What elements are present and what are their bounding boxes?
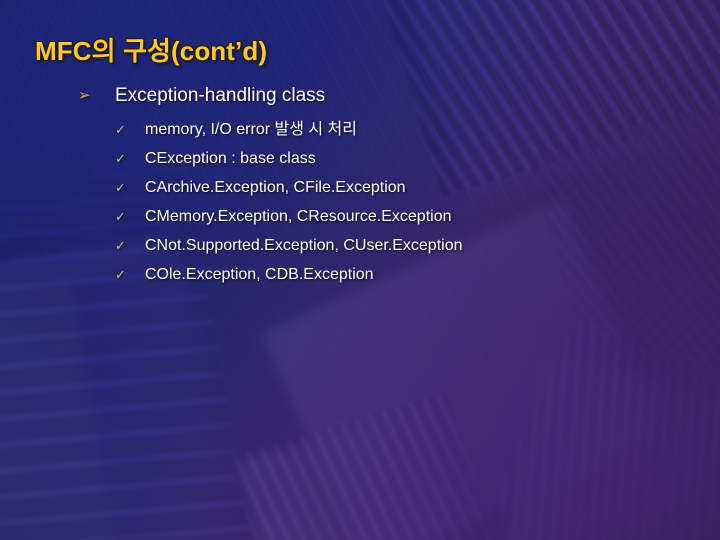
list-item: ✓ CException : base class bbox=[115, 148, 463, 177]
list-item: ✓ memory, I/O error 발생 시 처리 bbox=[115, 119, 463, 148]
list-item-label: memory, I/O error 발생 시 처리 bbox=[145, 121, 357, 138]
slide-content: MFC의 구성(cont’d) ➢ Exception-handling cla… bbox=[0, 0, 720, 540]
bullet-level2-list: ✓ memory, I/O error 발생 시 처리 ✓ CException… bbox=[115, 119, 463, 293]
list-item: ✓ COle.Exception, CDB.Exception bbox=[115, 264, 463, 293]
checkmark-bullet-icon: ✓ bbox=[115, 180, 126, 195]
checkmark-bullet-icon: ✓ bbox=[115, 267, 126, 282]
list-item-label: CMemory.Exception, CResource.Exception bbox=[145, 208, 452, 225]
chevron-bullet-icon: ➢ bbox=[78, 87, 91, 104]
list-item-label: COle.Exception, CDB.Exception bbox=[145, 266, 374, 283]
checkmark-bullet-icon: ✓ bbox=[115, 151, 126, 166]
bullet-level1-row: ➢ Exception-handling class bbox=[78, 84, 325, 108]
list-item: ✓ CMemory.Exception, CResource.Exception bbox=[115, 206, 463, 235]
checkmark-bullet-icon: ✓ bbox=[115, 238, 126, 253]
list-item: ✓ CArchive.Exception, CFile.Exception bbox=[115, 177, 463, 206]
list-item-label: CArchive.Exception, CFile.Exception bbox=[145, 179, 406, 196]
list-item-label: CException : base class bbox=[145, 150, 316, 167]
list-item-label: CNot.Supported.Exception, CUser.Exceptio… bbox=[145, 237, 463, 254]
list-item: ✓ CNot.Supported.Exception, CUser.Except… bbox=[115, 235, 463, 264]
bullet-level1-label: Exception-handling class bbox=[115, 85, 326, 106]
slide-title: MFC의 구성(cont’d) bbox=[35, 36, 268, 66]
presentation-slide: MFC의 구성(cont’d) ➢ Exception-handling cla… bbox=[0, 0, 720, 540]
checkmark-bullet-icon: ✓ bbox=[115, 122, 126, 137]
checkmark-bullet-icon: ✓ bbox=[115, 209, 126, 224]
